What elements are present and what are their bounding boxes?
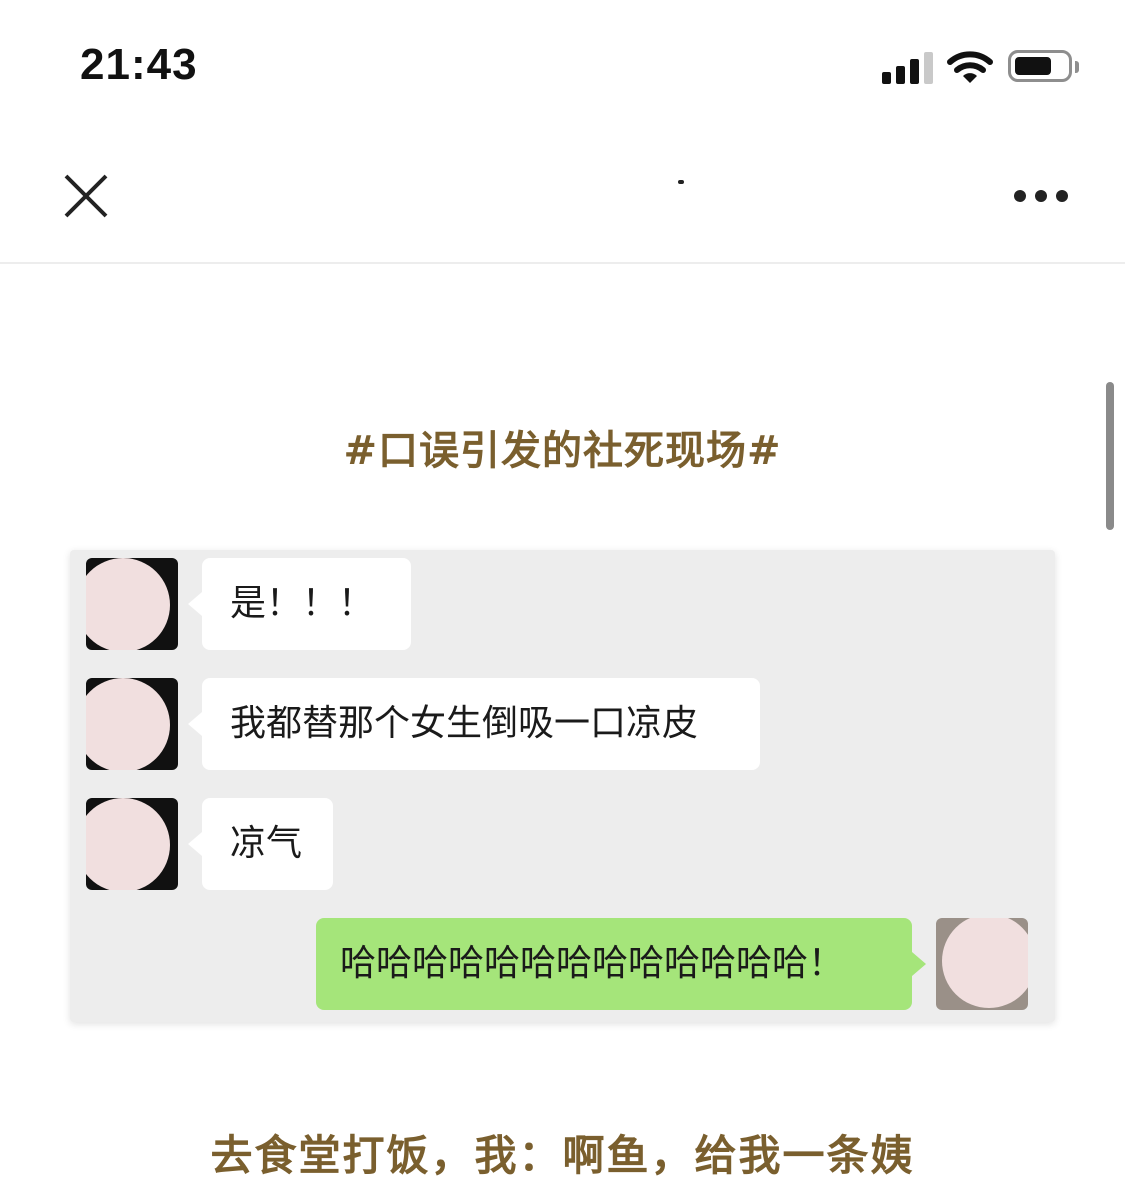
avatar [86,798,178,890]
message-bubble: 凉气 [188,798,333,890]
nav-divider [0,262,1125,264]
avatar [86,558,178,650]
title-mark [678,180,684,184]
wifi-icon [947,51,993,83]
signal-icon [882,52,934,84]
chat-screenshot: 是！！！ 我都替那个女生倒吸一口凉皮 凉气 哈哈哈哈哈哈哈哈哈哈哈哈哈！ [70,550,1055,1022]
status-time: 21:43 [80,40,198,89]
battery-tip [1075,61,1079,73]
close-icon[interactable] [60,170,112,222]
avatar [936,918,1028,1010]
message-bubble: 是！！！ [188,558,411,650]
article-body-line: 去食堂打饭，我：啊鱼，给我一条姨 [210,1131,915,1180]
battery-icon [1008,50,1072,82]
message-bubble: 我都替那个女生倒吸一口凉皮 [188,678,760,770]
nav-title [340,170,720,210]
article-heading: #口误引发的社死现场# [343,428,782,474]
avatar [86,678,178,770]
message-bubble-outgoing: 哈哈哈哈哈哈哈哈哈哈哈哈哈！ [316,918,926,1010]
more-icon[interactable] [1010,188,1072,206]
